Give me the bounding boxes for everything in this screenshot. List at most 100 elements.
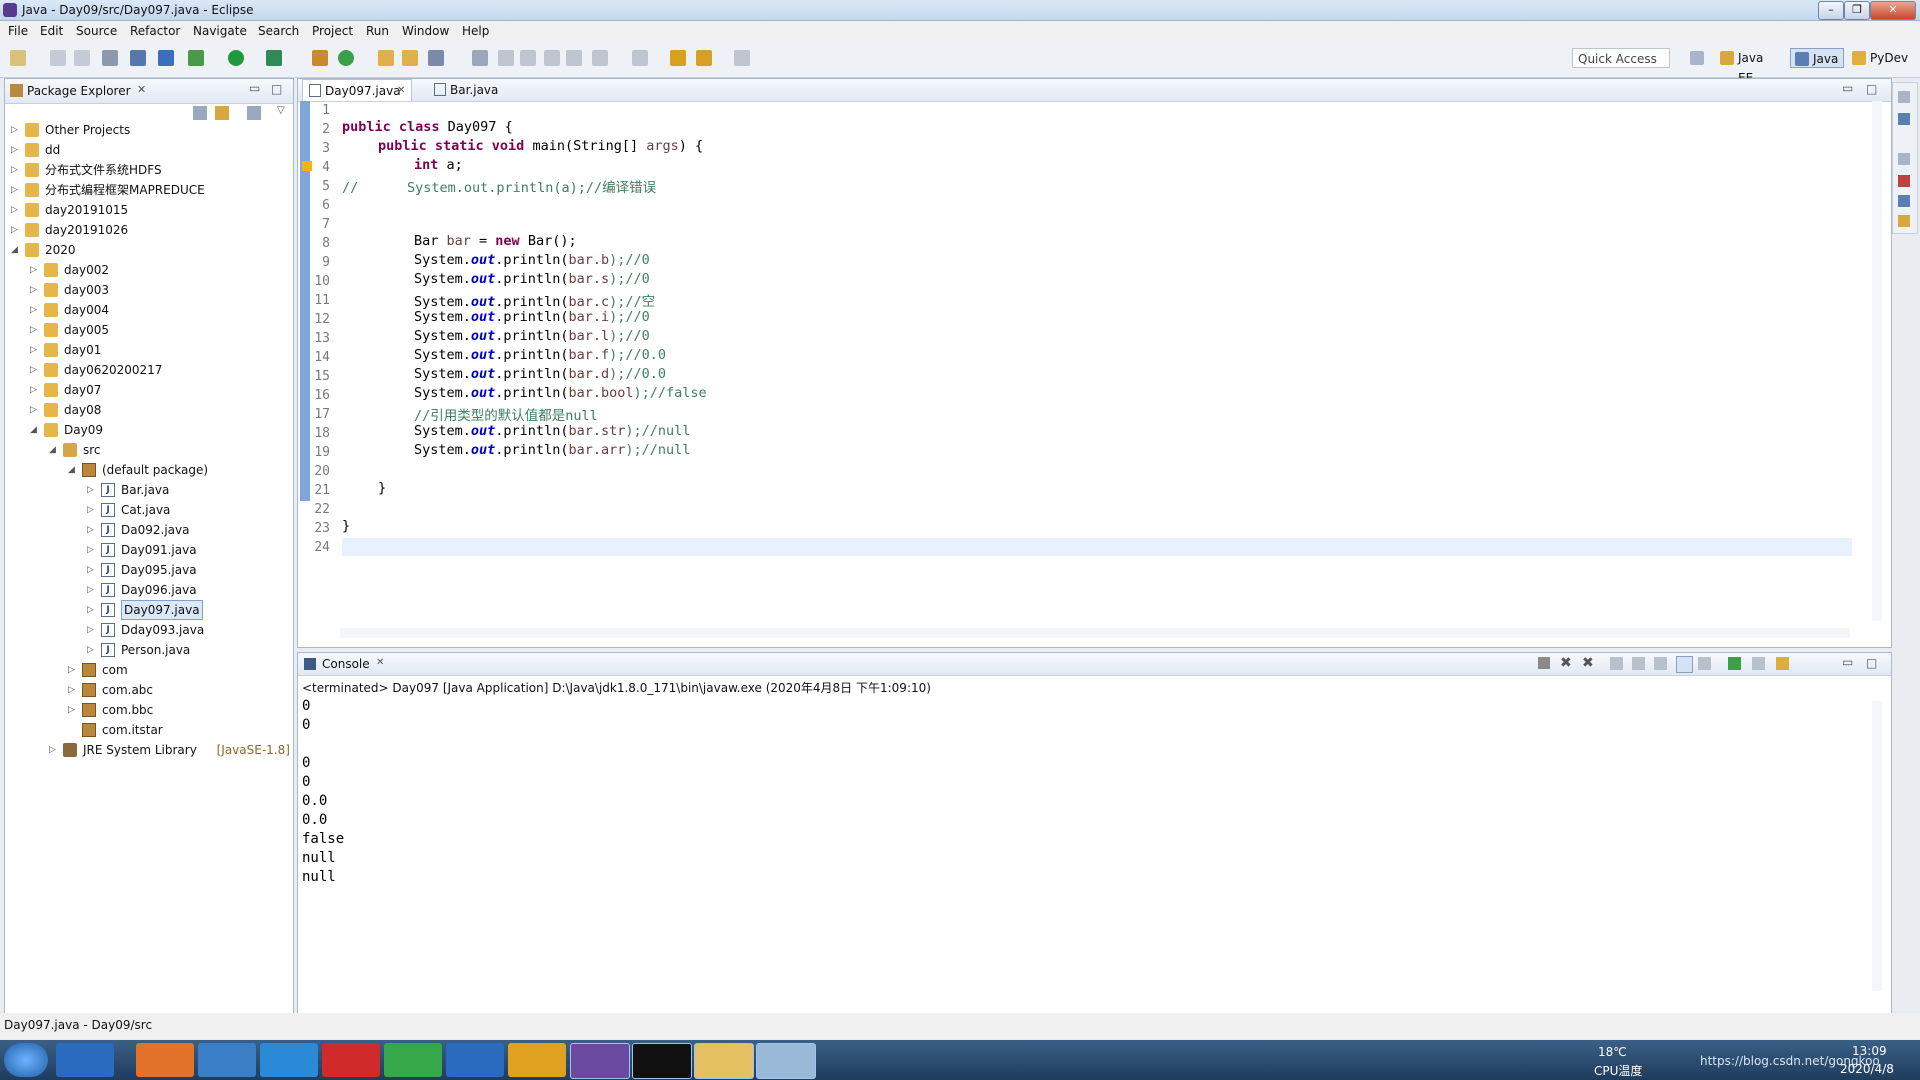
menu-navigate[interactable]: Navigate [193, 24, 247, 38]
menu-project[interactable]: Project [312, 24, 353, 38]
ie-icon-2[interactable] [446, 1043, 504, 1077]
show-on-stdout-icon[interactable] [1676, 656, 1693, 673]
code-line-17[interactable]: //引用类型的默认值都是null [414, 404, 598, 424]
collapse-arrow-icon[interactable]: ▷ [11, 181, 21, 199]
block-icon[interactable] [544, 50, 560, 66]
collapse-arrow-icon[interactable]: ▷ [49, 741, 59, 759]
chevron-down-icon[interactable]: ▽ [277, 105, 285, 116]
collapse-arrow-icon[interactable]: ▷ [68, 661, 78, 679]
last-edit-icon[interactable] [670, 50, 686, 66]
ie-icon[interactable] [56, 1043, 114, 1077]
view-menu-icon[interactable] [247, 106, 261, 120]
collapse-arrow-icon[interactable]: ▷ [30, 401, 40, 419]
clear-console-icon[interactable] [1610, 657, 1623, 670]
open-folder-icon[interactable] [402, 50, 418, 66]
next-annotation-icon[interactable] [592, 50, 608, 66]
collapse-arrow-icon[interactable]: ▷ [87, 601, 97, 619]
expand-arrow-icon[interactable]: ◢ [68, 461, 78, 479]
collapse-arrow-icon[interactable]: ▷ [30, 301, 40, 319]
perspective-java-ee[interactable]: Java EE [1716, 48, 1784, 85]
code-line-11[interactable]: System.out.println(bar.c);//空 [414, 290, 655, 310]
run-external-icon[interactable] [266, 50, 282, 66]
firefox-icon[interactable] [136, 1043, 194, 1077]
pen-icon[interactable] [498, 50, 514, 66]
code-line-2[interactable]: public class Day097 { [342, 119, 513, 135]
remove-launch-icon[interactable]: ✖ [1560, 655, 1572, 671]
print-icon[interactable] [102, 50, 118, 66]
forward-icon[interactable] [734, 50, 750, 66]
start-button[interactable] [4, 1043, 48, 1077]
collapse-arrow-icon[interactable]: ▷ [30, 281, 40, 299]
minimize-button[interactable]: – [1818, 1, 1844, 20]
collapse-arrow-icon[interactable]: ▷ [30, 261, 40, 279]
photos-icon[interactable] [198, 1043, 256, 1077]
collapse-arrow-icon[interactable]: ▷ [87, 501, 97, 519]
cmd-icon[interactable] [632, 1043, 692, 1079]
problems-icon[interactable] [1898, 175, 1910, 187]
maximize-view-icon[interactable]: □ [271, 82, 282, 96]
new-icon[interactable] [10, 50, 26, 66]
save-icon[interactable] [50, 50, 66, 66]
code-line-15[interactable]: System.out.println(bar.d);//0.0 [414, 366, 666, 382]
remove-all-icon[interactable]: ✖ [1582, 655, 1594, 671]
new-class-icon[interactable] [338, 50, 354, 66]
code-line-18[interactable]: System.out.println(bar.str);//null [414, 423, 690, 439]
close-button[interactable]: ✕ [1870, 1, 1916, 20]
restore-icon[interactable] [1898, 91, 1910, 103]
show-on-stderr-icon[interactable] [1698, 657, 1711, 670]
menu-source[interactable]: Source [76, 24, 117, 38]
collapse-arrow-icon[interactable]: ▷ [87, 581, 97, 599]
collapse-arrow-icon[interactable]: ▷ [30, 341, 40, 359]
eclipse-taskbar-icon[interactable] [570, 1043, 630, 1079]
collapse-arrow-icon[interactable]: ▷ [87, 481, 97, 499]
code-line-8[interactable]: Bar bar = new Bar(); [414, 233, 577, 249]
collapse-arrow-icon[interactable]: ▷ [30, 321, 40, 339]
code-line-13[interactable]: System.out.println(bar.l);//0 [414, 328, 650, 344]
run-icon[interactable] [228, 50, 244, 66]
outline-icon[interactable] [1898, 113, 1910, 125]
tab-bar[interactable]: Bar.java [428, 79, 518, 101]
terminal-icon[interactable] [130, 50, 146, 66]
cloud-icon[interactable] [260, 1043, 318, 1077]
close-view-icon[interactable]: ✕ [137, 83, 146, 96]
close-tab-icon[interactable]: ✕ [397, 80, 405, 102]
back-icon[interactable] [696, 50, 712, 66]
code-line-21[interactable]: } [378, 480, 386, 496]
minimize-console-icon[interactable]: ▭ [1842, 655, 1853, 669]
tab-day097[interactable]: Day097.java ✕ [302, 79, 412, 101]
code-line-12[interactable]: System.out.println(bar.i);//0 [414, 309, 650, 325]
perspective-java[interactable]: Java [1790, 48, 1844, 68]
open-type-icon[interactable] [378, 50, 394, 66]
collapse-arrow-icon[interactable]: ▷ [11, 121, 21, 139]
collapse-arrow-icon[interactable]: ▷ [11, 221, 21, 239]
collapse-arrow-icon[interactable]: ▷ [30, 381, 40, 399]
display-console-icon[interactable] [1752, 657, 1765, 670]
maximize-console-icon[interactable]: □ [1866, 656, 1877, 670]
collapse-arrow-icon[interactable]: ▷ [68, 681, 78, 699]
prev-annotation-icon[interactable] [632, 50, 648, 66]
editor-vertical-scrollbar[interactable] [1872, 101, 1882, 621]
open-perspective-button[interactable] [1686, 48, 1714, 68]
menu-window[interactable]: Window [402, 24, 449, 38]
skip-breakpoints-icon[interactable] [158, 50, 174, 66]
close-console-icon[interactable]: ✕ [376, 657, 384, 668]
code-line-3[interactable]: public static void main(String[] args) { [378, 138, 703, 154]
menu-run[interactable]: Run [366, 24, 389, 38]
minimize-view-icon[interactable]: ▭ [249, 81, 260, 95]
javadoc-icon[interactable] [1898, 195, 1910, 207]
menu-file[interactable]: File [8, 24, 28, 38]
code-line-23[interactable]: } [342, 518, 350, 534]
search-icon[interactable] [428, 50, 444, 66]
collapse-arrow-icon[interactable]: ▷ [11, 161, 21, 179]
debug-icon[interactable] [188, 50, 204, 66]
code-line-19[interactable]: System.out.println(bar.arr);//null [414, 442, 690, 458]
code-line-14[interactable]: System.out.println(bar.f);//0.0 [414, 347, 666, 363]
expand-arrow-icon[interactable]: ◢ [11, 241, 21, 259]
open-console-icon[interactable] [1776, 657, 1789, 670]
maximize-editor-icon[interactable]: □ [1866, 82, 1877, 96]
menu-help[interactable]: Help [462, 24, 489, 38]
menu-search[interactable]: Search [258, 24, 299, 38]
link-with-editor-icon[interactable] [215, 106, 229, 120]
collapse-all-icon[interactable] [193, 106, 207, 120]
expand-arrow-icon[interactable]: ◢ [30, 421, 40, 439]
